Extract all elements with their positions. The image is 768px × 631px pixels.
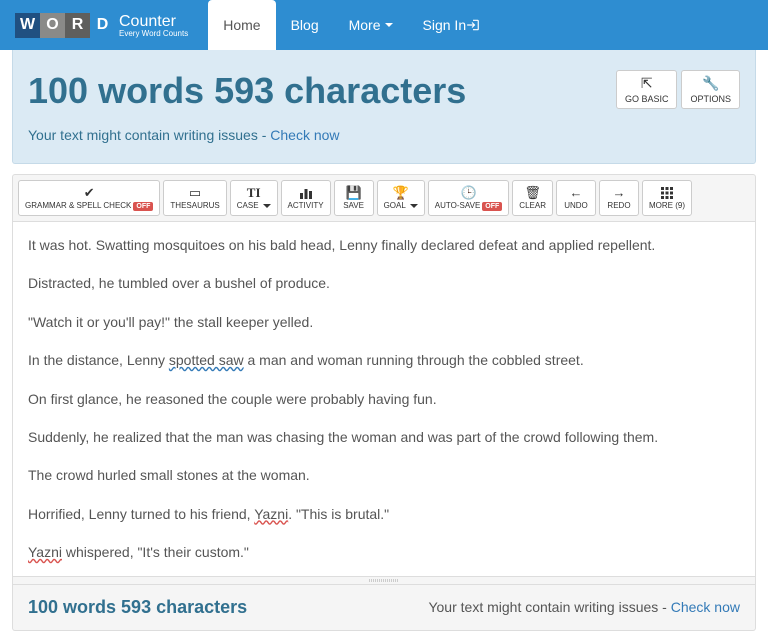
more-button[interactable]: MORE (9) [642, 180, 692, 216]
goal-button[interactable]: 🏆 GOAL [377, 180, 425, 216]
text-paragraph: On first glance, he reasoned the couple … [28, 388, 740, 410]
activity-button[interactable]: ACTIVITY [281, 180, 331, 216]
wrench-icon: 🔧 [690, 75, 731, 92]
footer-check-now-link[interactable]: Check now [671, 599, 740, 615]
arrow-right-icon: → [612, 186, 625, 199]
bar-chart-icon [299, 187, 313, 199]
logo-letter: W [15, 13, 40, 38]
case-button[interactable]: TI CASE [230, 180, 278, 216]
external-link-icon: ⇱ [625, 75, 669, 92]
trophy-icon: 🏆 [393, 186, 409, 199]
floppy-icon: 💾 [345, 186, 361, 199]
footer-panel: 100 words 593 characters Your text might… [12, 585, 756, 631]
grip-icon [369, 579, 399, 582]
nav-home[interactable]: Home [208, 0, 275, 50]
nav-more[interactable]: More [334, 0, 408, 50]
arrow-left-icon: ← [569, 186, 582, 199]
go-basic-button[interactable]: ⇱ GO BASIC [616, 70, 678, 109]
toolbar-panel: ✔ GRAMMAR & SPELL CHECKOFF ▭ THESAURUS T… [12, 174, 756, 222]
options-button[interactable]: 🔧 OPTIONS [681, 70, 740, 109]
logo-subtitle: Every Word Counts [119, 29, 188, 38]
nav-signin[interactable]: Sign In [408, 0, 496, 50]
navbar: W O R D Counter Every Word Counts Home B… [0, 0, 768, 50]
text-paragraph: Yazni whispered, "It's their custom." [28, 541, 740, 563]
grammar-check-button[interactable]: ✔ GRAMMAR & SPELL CHECKOFF [18, 180, 160, 216]
logo-letter: R [65, 13, 90, 38]
text-paragraph: In the distance, Lenny spotted saw a man… [28, 349, 740, 371]
text-editor[interactable]: It was hot. Swatting mosquitoes on his b… [12, 222, 756, 577]
word-count-title: 100 words 593 characters [28, 70, 466, 112]
nav-blog[interactable]: Blog [276, 0, 334, 50]
check-now-link[interactable]: Check now [270, 127, 339, 143]
text-case-icon: TI [247, 186, 261, 199]
logo-title: Counter [119, 13, 176, 30]
clear-button[interactable]: 🗑 CLEAR [512, 180, 553, 216]
text-paragraph: It was hot. Swatting mosquitoes on his b… [28, 234, 740, 256]
text-paragraph: Suddenly, he realized that the man was c… [28, 426, 740, 448]
thesaurus-button[interactable]: ▭ THESAURUS [163, 180, 226, 216]
logo-letter: D [90, 13, 115, 38]
text-paragraph: "Watch it or you'll pay!" the stall keep… [28, 311, 740, 333]
redo-button[interactable]: → REDO [599, 180, 639, 216]
text-paragraph: Distracted, he tumbled over a bushel of … [28, 272, 740, 294]
check-icon: ✔ [84, 186, 95, 199]
chevron-down-icon [385, 23, 393, 27]
header-panel: 100 words 593 characters ⇱ GO BASIC 🔧 OP… [12, 50, 756, 164]
text-paragraph: The crowd hurled small stones at the wom… [28, 464, 740, 486]
resize-divider[interactable] [12, 577, 756, 585]
signin-icon [466, 18, 480, 32]
book-icon: ▭ [189, 186, 201, 199]
writing-issues-text: Your text might contain writing issues -… [28, 127, 740, 143]
clock-icon: 🕒 [460, 186, 476, 199]
text-paragraph: Horrified, Lenny turned to his friend, Y… [28, 503, 740, 525]
grid-icon [661, 187, 673, 199]
footer-issues-text: Your text might contain writing issues -… [428, 599, 740, 615]
logo-letter: O [40, 13, 65, 38]
autosave-button[interactable]: 🕒 AUTO-SAVEOFF [428, 180, 510, 216]
trash-icon: 🗑 [524, 186, 541, 199]
footer-word-count: 100 words 593 characters [28, 597, 247, 618]
logo[interactable]: W O R D Counter Every Word Counts [15, 13, 188, 38]
save-button[interactable]: 💾 SAVE [334, 180, 374, 216]
undo-button[interactable]: ← UNDO [556, 180, 596, 216]
